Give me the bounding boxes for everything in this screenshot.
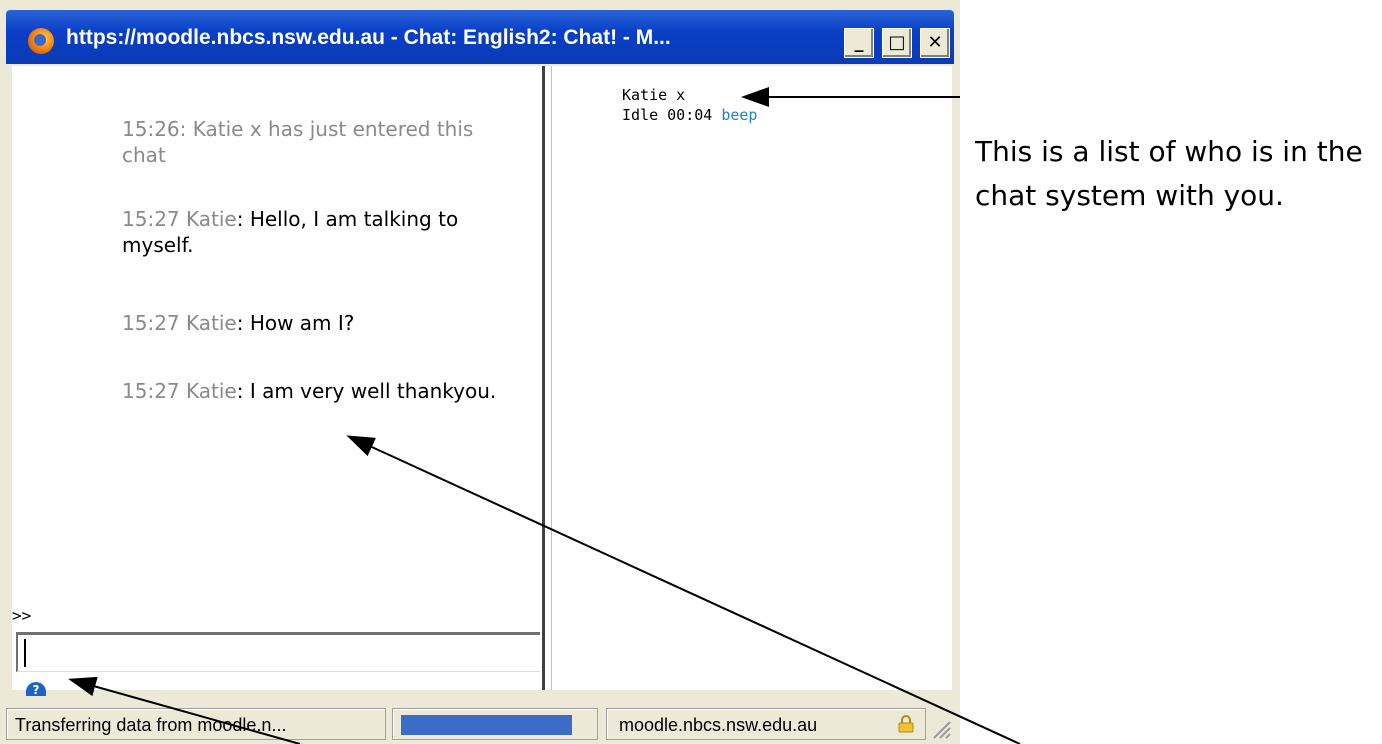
annotation-arrows — [68, 87, 1021, 744]
arrow-to-messages — [346, 435, 1021, 744]
arrow-to-input — [68, 676, 301, 744]
